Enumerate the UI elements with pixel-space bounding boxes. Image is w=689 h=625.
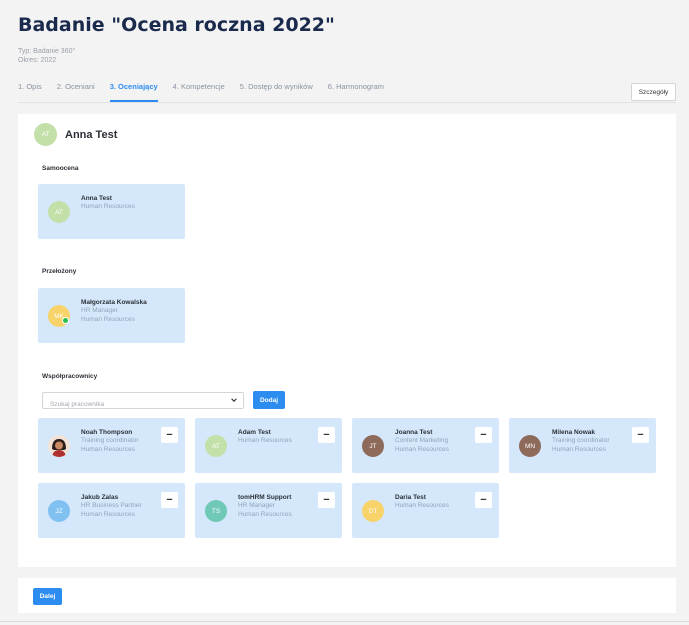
tab-bar: 1. Opis 2. Oceniani 3. Oceniający 4. Kom… (18, 82, 384, 102)
online-status-icon (62, 317, 69, 324)
avatar: DT (362, 500, 384, 522)
card-department: Human Resources (81, 203, 135, 210)
card-name: Anna Test (81, 195, 112, 202)
coworker-card: DT Daria Test Human Resources − (352, 483, 499, 538)
card-department: Human Resources (395, 502, 449, 509)
card-name: tomHRM Support (238, 494, 292, 501)
coworker-card: JZ Jakub Zalas HR Business Partner Human… (38, 483, 185, 538)
remove-button[interactable]: − (161, 427, 178, 443)
remove-button[interactable]: − (632, 427, 649, 443)
avatar (48, 435, 70, 457)
study-type: Typ: Badanie 360° (18, 48, 76, 55)
avatar: JT (362, 435, 384, 457)
tab-schedule[interactable]: 6. Harmonogram (328, 82, 384, 102)
card-name: Noah Thompson (81, 429, 133, 436)
avatar: JZ (48, 500, 70, 522)
coworker-card: Noah Thompson Training coordinator Human… (38, 418, 185, 473)
manager-card: MK Małgorzata Kowalska HR Manager Human … (38, 288, 185, 343)
avatar: MN (519, 435, 541, 457)
card-position: HR Manager (238, 502, 275, 509)
avatar: AT (205, 435, 227, 457)
user-photo-icon (48, 435, 70, 457)
footer-panel (18, 578, 676, 613)
coworker-card: AT Adam Test Human Resources − (195, 418, 342, 473)
card-department: Human Resources (395, 446, 449, 453)
coworkers-label: Współpracownicy (42, 373, 98, 380)
avatar: TS (205, 500, 227, 522)
tab-description[interactable]: 1. Opis (18, 82, 42, 102)
remove-button[interactable]: − (161, 492, 178, 508)
card-department: Human Resources (81, 511, 135, 518)
card-department: Human Resources (81, 316, 135, 323)
remove-button[interactable]: − (475, 492, 492, 508)
self-assessment-card: AT Anna Test Human Resources (38, 184, 185, 239)
page-title: Badanie "Ocena roczna 2022" (18, 14, 335, 36)
card-position: Training coordinator (81, 437, 139, 444)
coworker-card: TS tomHRM Support HR Manager Human Resou… (195, 483, 342, 538)
add-coworker-button[interactable]: Dodaj (253, 391, 285, 409)
avatar: AT (48, 201, 70, 223)
details-button[interactable]: Szczegóły (631, 83, 676, 101)
chevron-down-icon (231, 398, 237, 402)
card-department: Human Resources (238, 511, 292, 518)
remove-button[interactable]: − (475, 427, 492, 443)
employee-search-select[interactable] (42, 392, 244, 412)
card-department: Human Resources (81, 446, 135, 453)
study-period: Okres: 2022 (18, 57, 57, 64)
card-name: Daria Test (395, 494, 426, 501)
coworker-card: JT Joanna Test Content Marketing Human R… (352, 418, 499, 473)
tab-evaluators[interactable]: 3. Oceniający (109, 82, 158, 102)
coworker-card: MN Milena Nowak Training coordinator Hum… (509, 418, 656, 473)
manager-label: Przełożony (42, 268, 77, 275)
card-name: Milena Nowak (552, 429, 595, 436)
employee-search-input[interactable] (43, 397, 213, 412)
tab-results-access[interactable]: 5. Dostęp do wyników (240, 82, 313, 102)
card-name: Jakub Zalas (81, 494, 119, 501)
remove-button[interactable]: − (318, 492, 335, 508)
card-department: Human Resources (238, 437, 292, 444)
card-position: Training coordinator (552, 437, 610, 444)
tabs-divider (18, 102, 676, 103)
subject-avatar: AT (34, 123, 57, 146)
subject-name: Anna Test (65, 129, 118, 141)
card-name: Adam Test (238, 429, 271, 436)
tab-evaluated[interactable]: 2. Oceniani (57, 82, 95, 102)
card-position: HR Manager (81, 307, 118, 314)
remove-button[interactable]: − (318, 427, 335, 443)
card-department: Human Resources (552, 446, 606, 453)
tab-competencies[interactable]: 4. Kompetencje (173, 82, 225, 102)
bottom-divider (0, 621, 689, 622)
self-assessment-label: Samoocena (42, 165, 79, 172)
next-button[interactable]: Dalej (33, 588, 62, 605)
card-position: Content Marketing (395, 437, 449, 444)
card-name: Joanna Test (395, 429, 433, 436)
card-name: Małgorzata Kowalska (81, 299, 147, 306)
card-position: HR Business Partner (81, 502, 142, 509)
